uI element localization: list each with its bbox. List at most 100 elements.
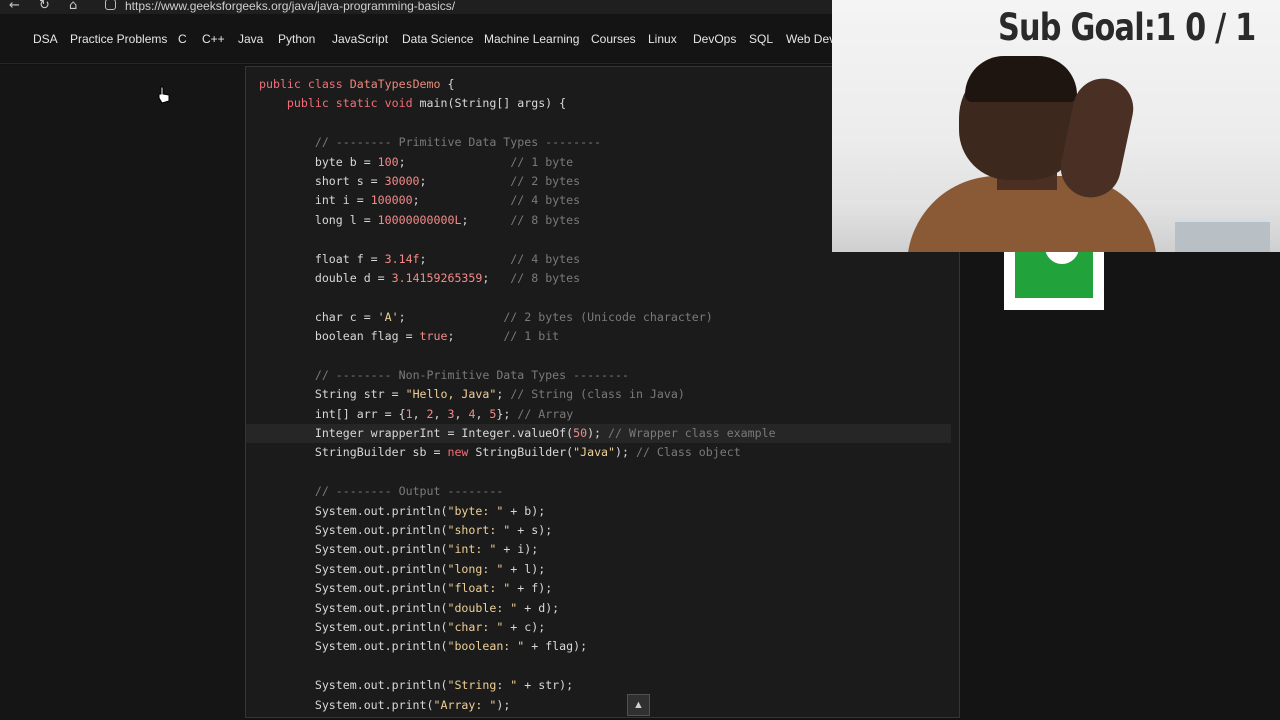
code-line: System.out.println("String: " + str); — [259, 676, 951, 695]
code-token: Integer wrapperInt = Integer.valueOf( — [259, 426, 574, 441]
code-token: "byte: " — [447, 503, 504, 518]
code-token: ; — [482, 270, 511, 285]
menu-item-linux[interactable]: Linux — [648, 32, 677, 46]
webcam-overlay: Sub Goal:1 0 / 1 — [832, 0, 1280, 252]
code-token: "double: " — [447, 600, 518, 615]
menu-item-courses[interactable]: Courses — [591, 32, 636, 46]
code-token: 100000 — [370, 193, 413, 208]
code-token: ); — [587, 426, 609, 441]
code-token: System.out.print( — [259, 697, 434, 712]
code-token: 100 — [377, 154, 399, 169]
code-token: + c); — [503, 619, 546, 634]
menu-item-sql[interactable]: SQL — [749, 32, 773, 46]
code-token: }; — [496, 406, 518, 421]
home-icon[interactable]: ⌂ — [69, 0, 77, 13]
webcam-person-hair — [965, 56, 1077, 102]
menu-item-java[interactable]: Java — [238, 32, 263, 46]
code-line: double d = 3.14159265359; // 8 bytes — [259, 269, 951, 288]
menu-item-python[interactable]: Python — [278, 32, 315, 46]
code-token: + b); — [503, 503, 546, 518]
code-token: "String: " — [447, 678, 518, 693]
advertisement-card[interactable] — [1004, 240, 1104, 310]
menu-item-cpp[interactable]: C++ — [202, 32, 225, 46]
code-token: // 1 bit — [503, 329, 560, 344]
code-token: // -------- Output -------- — [314, 484, 504, 499]
code-token: 3.14f — [384, 251, 420, 266]
code-token: ; — [496, 387, 511, 402]
code-line: System.out.println("byte: " + b); — [259, 502, 951, 521]
code-token: DataTypesDemo — [349, 77, 441, 91]
code-token: , — [433, 406, 448, 421]
code-line: StringBuilder sb = new StringBuilder("Ja… — [259, 443, 951, 462]
site-info-icon[interactable] — [105, 0, 116, 10]
menu-item-machine-learning[interactable]: Machine Learning — [484, 32, 579, 46]
code-token: + s); — [510, 522, 553, 537]
code-token: + str); — [517, 678, 574, 693]
code-token: // 4 bytes — [510, 251, 581, 266]
code-token: 50 — [573, 426, 588, 441]
code-token: + l); — [503, 561, 546, 576]
menu-item-javascript[interactable]: JavaScript — [332, 32, 388, 46]
code-line: String str = "Hello, Java"; // String (c… — [259, 385, 951, 404]
code-token: // -------- Non-Primitive Data Types ---… — [314, 367, 629, 382]
code-token: StringBuilder( — [475, 445, 574, 460]
code-token: 10000000000L — [377, 212, 462, 227]
code-token: { — [440, 77, 455, 91]
code-token: ; — [398, 154, 511, 169]
code-line: System.out.print("Array: "); — [259, 696, 951, 715]
code-token: ; — [398, 309, 504, 324]
url-field[interactable]: https://www.geeksforgeeks.org/java/java-… — [125, 0, 455, 14]
code-token: System.out.println( — [259, 503, 448, 518]
code-token: + flag); — [524, 639, 588, 654]
code-token: + f); — [510, 581, 553, 596]
code-token: "short: " — [447, 522, 511, 537]
menu-item-data-science[interactable]: Data Science — [402, 32, 473, 46]
code-token: // Wrapper class example — [608, 426, 776, 441]
code-token: System.out.println( — [259, 542, 448, 557]
code-token: // String (class in Java) — [510, 387, 685, 402]
code-token: main(String[] args) { — [419, 96, 567, 111]
code-line: // -------- Output -------- — [259, 482, 951, 501]
code-token: 1 — [405, 406, 413, 421]
ad-banner — [1015, 240, 1093, 298]
code-token: public static void — [286, 96, 420, 111]
code-line: System.out.println("double: " + d); — [259, 599, 951, 618]
code-token: "char: " — [447, 619, 504, 634]
code-token: "int: " — [447, 542, 497, 557]
code-token: "boolean: " — [447, 639, 525, 654]
menu-item-devops[interactable]: DevOps — [693, 32, 736, 46]
code-token: // 1 byte — [510, 154, 574, 169]
menu-item-c[interactable]: C — [178, 32, 187, 46]
back-icon[interactable]: ← — [9, 0, 20, 13]
code-token: "Hello, Java" — [405, 387, 497, 402]
code-token: + i); — [496, 542, 539, 557]
code-token: int i = — [259, 193, 371, 208]
code-token: // -------- Primitive Data Types -------… — [314, 135, 602, 150]
code-token: ; — [419, 173, 511, 188]
code-token: ); — [615, 445, 636, 460]
scroll-to-top-button[interactable]: ▲ — [627, 694, 650, 716]
code-token: long l = — [259, 212, 378, 227]
code-token: "long: " — [447, 561, 504, 576]
code-line: System.out.println("float: " + f); — [259, 579, 951, 598]
code-token: "Array: " — [433, 697, 497, 712]
code-token: System.out.println( — [259, 639, 448, 654]
menu-item-dsa[interactable]: DSA — [33, 32, 58, 46]
code-line: boolean flag = true; // 1 bit — [259, 327, 951, 346]
code-token: ); — [496, 697, 511, 712]
code-token: // 4 bytes — [510, 193, 581, 208]
reload-icon[interactable]: ↻ — [39, 0, 50, 13]
code-token: int[] arr = { — [259, 406, 406, 421]
code-token: new — [447, 445, 476, 460]
code-line: System.out.println("boolean: " + flag); — [259, 637, 951, 656]
code-token: // 8 bytes — [510, 212, 581, 227]
code-line: Integer wrapperInt = Integer.valueOf(50)… — [246, 424, 951, 444]
code-line: // -------- Non-Primitive Data Types ---… — [259, 366, 951, 385]
menu-item-practice-problems[interactable]: Practice Problems — [70, 32, 167, 46]
code-token: byte b = — [259, 154, 378, 169]
code-line: float f = 3.14f; // 4 bytes — [259, 250, 951, 269]
